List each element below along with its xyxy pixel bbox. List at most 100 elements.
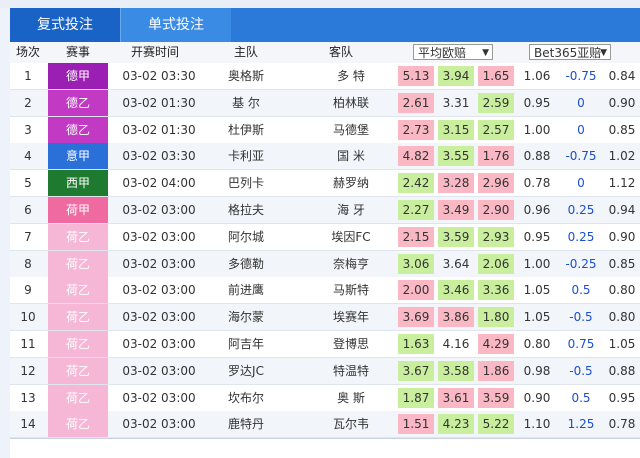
- asian-home-water: 1.05: [523, 283, 551, 298]
- odds-draw[interactable]: 4.23: [438, 414, 474, 435]
- tab-multi-bet[interactable]: 复式投注: [10, 8, 120, 42]
- home-team: 巴列卡: [227, 176, 264, 191]
- top-strip: [0, 0, 640, 8]
- odds-draw[interactable]: 3.64: [438, 254, 474, 274]
- asian-handicap: 0.25: [567, 203, 595, 217]
- odds-type-select[interactable]: 平均欧赔 ▼: [413, 44, 493, 60]
- odds-lose[interactable]: 2.90: [478, 200, 514, 220]
- league-badge[interactable]: 荷乙: [48, 277, 108, 304]
- odds-win[interactable]: 1.51: [398, 414, 434, 435]
- odds-win[interactable]: 1.87: [398, 387, 434, 408]
- odds-win[interactable]: 2.42: [398, 173, 434, 194]
- odds-lose[interactable]: 1.76: [478, 146, 514, 167]
- asian-home-water: 0.95: [523, 95, 551, 110]
- odds-win[interactable]: 2.61: [398, 92, 434, 113]
- odds-draw[interactable]: 3.94: [438, 66, 474, 86]
- table-row[interactable]: 1 德甲 03-02 03:30 奥格斯 多 特 5.13 3.94 1.65 1.06 -0.7…: [10, 63, 640, 90]
- table-row[interactable]: 5 西甲 03-02 04:00 巴列卡 赫罗纳 2.42 3.28 2.96 0.78 0 1.1…: [10, 170, 640, 198]
- odds-win[interactable]: 3.69: [398, 307, 434, 328]
- table-row[interactable]: 2 德乙 03-02 01:30 基 尔 柏林联 2.61 3.31 2.59 0.95 0 0.9…: [10, 89, 640, 117]
- match-number: 9: [24, 283, 32, 298]
- odds-lose[interactable]: 4.29: [478, 334, 514, 354]
- odds-win[interactable]: 3.06: [398, 253, 434, 274]
- asian-home-water: 0.95: [523, 229, 551, 244]
- odds-win[interactable]: 2.15: [398, 226, 434, 247]
- chevron-down-icon: ▼: [600, 48, 607, 58]
- league-badge[interactable]: 意甲: [48, 143, 108, 170]
- away-team: 马德堡: [332, 122, 369, 137]
- league-badge[interactable]: 荷乙: [48, 357, 108, 384]
- league-badge[interactable]: 荷乙: [48, 304, 108, 331]
- odds-lose[interactable]: 3.36: [478, 280, 514, 301]
- away-team: 奥 斯: [337, 390, 365, 405]
- home-team: 奥格斯: [227, 69, 264, 83]
- odds-win[interactable]: 1.63: [398, 334, 434, 354]
- kickoff-time: 03-02 03:00: [122, 417, 196, 432]
- odds-draw[interactable]: 3.58: [438, 360, 474, 381]
- table-row[interactable]: 11 荷乙 03-02 03:00 阿吉年 登博思 1.63 4.16 4.29 0.80 0.7…: [10, 331, 640, 358]
- tab-single-bet[interactable]: 单式投注: [120, 8, 231, 42]
- table-row[interactable]: 7 荷乙 03-02 03:00 阿尔城 埃因FC 2.15 3.59 2.93 0.95 0.2…: [10, 223, 640, 251]
- odds-draw[interactable]: 3.55: [438, 146, 474, 167]
- league-badge[interactable]: 荷乙: [48, 411, 108, 438]
- asian-handicap: 0.25: [567, 229, 595, 244]
- asian-away-water: 0.85: [608, 122, 636, 137]
- table-row[interactable]: 3 德乙 03-02 01:30 杜伊斯 马德堡 2.73 3.15 2.57 1.00 0 0.8…: [10, 116, 640, 144]
- odds-win[interactable]: 2.73: [398, 119, 434, 140]
- table-row[interactable]: 9 荷乙 03-02 03:00 前进鹰 马斯特 2.00 3.46 3.36 1.05 0.5 0…: [10, 277, 640, 305]
- odds-lose[interactable]: 2.96: [478, 173, 514, 194]
- odds-draw[interactable]: 3.28: [438, 173, 474, 194]
- odds-lose[interactable]: 2.59: [478, 92, 514, 113]
- home-team: 卡利亚: [227, 149, 264, 164]
- odds-draw[interactable]: 4.16: [438, 334, 474, 354]
- league-badge[interactable]: 德乙: [48, 116, 108, 143]
- table-row[interactable]: 4 意甲 03-02 03:30 卡利亚 国 米 4.82 3.55 1.76 0.88 -0.7…: [10, 143, 640, 171]
- table-row[interactable]: 10 荷乙 03-02 03:00 海尔蒙 埃赛年 3.69 3.86 1.80 1.05 -0.…: [10, 304, 640, 332]
- table-row[interactable]: 12 荷乙 03-02 03:00 罗达JC 特温特 3.67 3.58 1.86 0.98 -0…: [10, 357, 640, 385]
- match-number: 11: [20, 337, 36, 351]
- league-badge[interactable]: 荷乙: [48, 223, 108, 250]
- league-badge[interactable]: 荷乙: [48, 250, 108, 277]
- match-number: 7: [24, 229, 32, 244]
- league-badge[interactable]: 德乙: [48, 89, 108, 116]
- odds-lose[interactable]: 2.06: [478, 253, 514, 274]
- table-row[interactable]: 13 荷乙 03-02 03:00 坎布尔 奥 斯 1.87 3.61 3.59 0.90 0.5…: [10, 384, 640, 412]
- odds-draw[interactable]: 3.46: [438, 280, 474, 301]
- odds-win[interactable]: 2.00: [398, 280, 434, 301]
- league-badge[interactable]: 德甲: [48, 63, 108, 89]
- odds-win[interactable]: 5.13: [398, 66, 434, 86]
- header-num: 场次: [15, 45, 40, 59]
- odds-lose[interactable]: 5.22: [478, 414, 514, 435]
- odds-win[interactable]: 4.82: [398, 146, 434, 167]
- odds-draw[interactable]: 3.15: [438, 119, 474, 140]
- league-badge[interactable]: 西甲: [48, 170, 108, 197]
- asian-away-water: 0.80: [608, 310, 636, 325]
- table-row[interactable]: 6 荷甲 03-02 03:00 格拉夫 海 牙 2.27 3.49 2.90 0.96 0.25…: [10, 197, 640, 224]
- match-number: 12: [20, 363, 36, 378]
- table-row[interactable]: 14 荷乙 03-02 03:00 鹿特丹 瓦尔韦 1.51 4.23 5.22 1.10 1.2…: [10, 411, 640, 439]
- odds-draw[interactable]: 3.59: [438, 226, 474, 247]
- league-badge[interactable]: 荷乙: [48, 331, 108, 357]
- asian-away-water: 0.88: [608, 363, 636, 378]
- table-row[interactable]: 8 荷乙 03-02 03:00 多德勒 奈梅亨 3.06 3.64 2.06 1.00 -0.2…: [10, 250, 640, 278]
- odds-win[interactable]: 3.67: [398, 360, 434, 381]
- odds-lose[interactable]: 1.65: [478, 66, 514, 86]
- odds-draw[interactable]: 3.31: [438, 93, 474, 113]
- away-team: 奈梅亨: [332, 256, 369, 271]
- odds-lose[interactable]: 1.86: [478, 360, 514, 381]
- away-team: 海 牙: [337, 203, 365, 217]
- odds-win[interactable]: 2.27: [398, 200, 434, 220]
- odds-draw[interactable]: 3.61: [438, 387, 474, 408]
- odds-draw[interactable]: 3.86: [438, 307, 474, 328]
- odds-draw[interactable]: 3.49: [438, 200, 474, 220]
- home-team: 前进鹰: [227, 283, 264, 298]
- away-team: 马斯特: [332, 283, 369, 298]
- odds-lose[interactable]: 2.93: [478, 226, 514, 247]
- league-badge[interactable]: 荷乙: [48, 384, 108, 411]
- odds-lose[interactable]: 2.57: [478, 119, 514, 140]
- kickoff-time: 03-02 04:00: [122, 176, 196, 191]
- odds-lose[interactable]: 3.59: [478, 387, 514, 408]
- odds-lose[interactable]: 1.80: [478, 307, 514, 328]
- league-badge[interactable]: 荷甲: [48, 197, 108, 223]
- asian-odds-select[interactable]: Bet365亚赔 ▼: [529, 44, 611, 60]
